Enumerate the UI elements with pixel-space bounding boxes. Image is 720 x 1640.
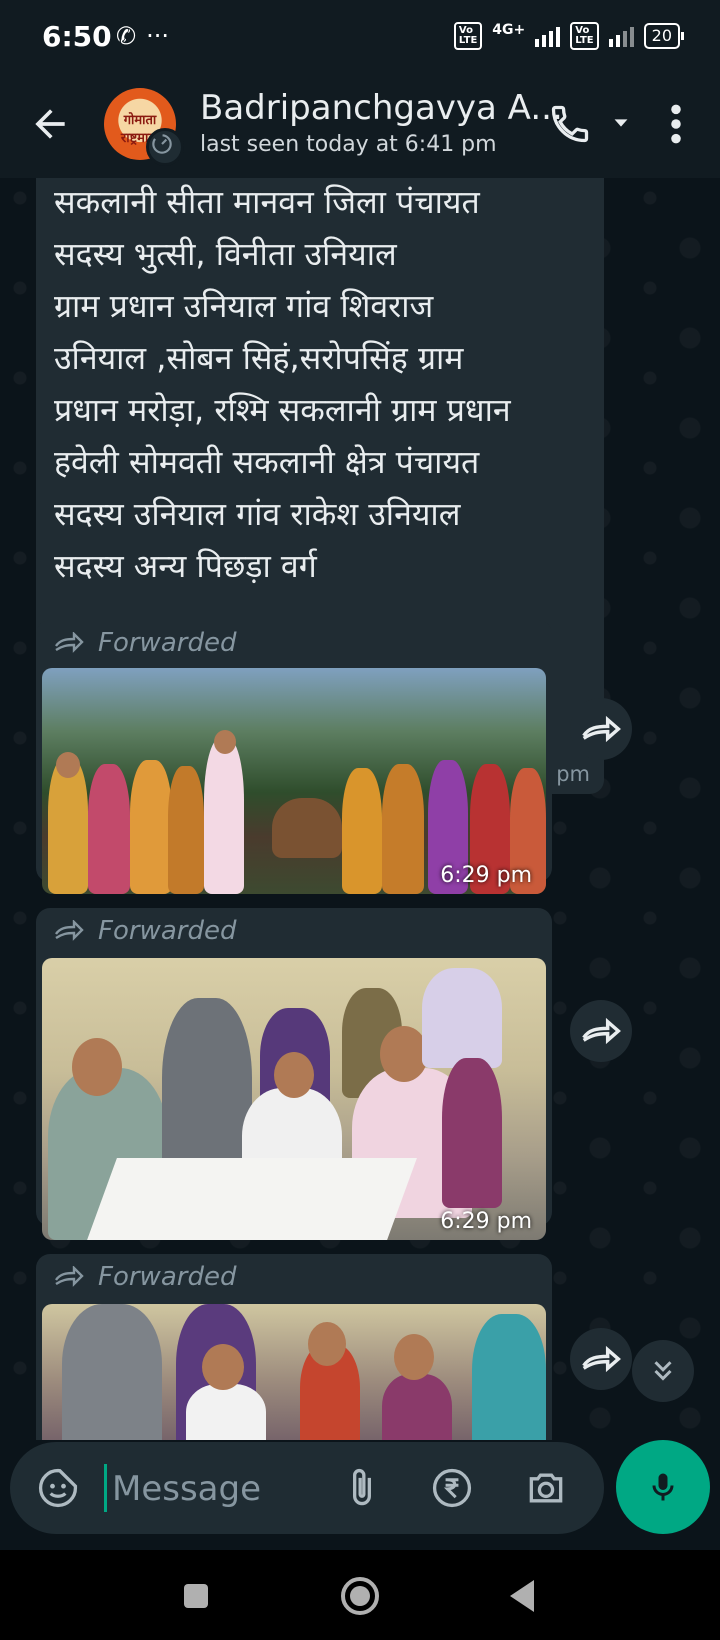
double-chevron-down-icon: [654, 1361, 672, 1381]
chat-title[interactable]: Badripanchgavya A...: [200, 88, 563, 128]
signal-icon-2: [608, 25, 634, 47]
forward-share-button[interactable]: [570, 1328, 632, 1390]
sticker-emoji-icon[interactable]: [36, 1466, 80, 1510]
forwarded-icon: [55, 632, 84, 653]
back-icon[interactable]: [500, 1572, 548, 1620]
microphone-icon: [652, 1473, 674, 1501]
message-composer: [10, 1442, 604, 1534]
share-arrow-icon: [582, 715, 621, 743]
network-type: 4G+: [492, 22, 526, 38]
message-input[interactable]: [110, 1458, 324, 1520]
text-cursor: [104, 1464, 107, 1512]
voice-record-button[interactable]: [616, 1440, 710, 1534]
photo-office-meeting[interactable]: 6:29 pm: [42, 958, 546, 1240]
photo-group-with-cow[interactable]: 6:29 pm: [42, 668, 546, 894]
share-arrow-icon: [582, 1345, 621, 1373]
status-bar: 6:50 ✆ ··· Vo LTE 4G+ Vo LTE 20: [0, 0, 720, 78]
message-time: 6:29 pm: [440, 1209, 532, 1234]
forwarded-text: Forwarded: [98, 1262, 237, 1292]
attach-icon[interactable]: [340, 1466, 384, 1510]
chevron-down-icon[interactable]: [610, 112, 632, 134]
scroll-to-bottom-button[interactable]: [632, 1340, 694, 1402]
home-icon[interactable]: [336, 1572, 384, 1620]
chat-header: गोमाता राष्ट्रमाता Badripanchgavya A... …: [0, 78, 720, 178]
forwarded-label: Forwarded: [54, 1260, 236, 1294]
battery-icon: 20: [643, 23, 685, 49]
message-text: सकलानी सीता मानवन जिला पंचायत सदस्य भुत्…: [54, 183, 511, 585]
forwarded-text: Forwarded: [98, 916, 237, 946]
share-arrow-icon: [582, 1017, 621, 1045]
image-message[interactable]: Forwarded 6:29 pm: [36, 908, 552, 1240]
more-notifications-icon: ···: [146, 22, 169, 50]
payment-rupee-icon[interactable]: [430, 1466, 474, 1510]
forwarded-icon: [55, 920, 84, 941]
forward-share-button[interactable]: [570, 698, 632, 760]
last-seen: last seen today at 6:41 pm: [200, 132, 497, 157]
image-message[interactable]: Forwarded: [36, 1254, 552, 1440]
forwarded-label: Forwarded: [54, 914, 236, 948]
forwarded-icon: [55, 1266, 84, 1287]
image-message[interactable]: Forwarded 6:29 pm: [36, 620, 552, 894]
message-time: 6:29 pm: [440, 863, 532, 888]
back-arrow-icon[interactable]: [28, 102, 72, 146]
recent-apps-icon[interactable]: [172, 1572, 220, 1620]
photo-office-group[interactable]: [42, 1304, 546, 1440]
call-icon[interactable]: [548, 102, 592, 146]
forwarded-label: Forwarded: [54, 626, 236, 660]
more-options-icon[interactable]: [664, 102, 688, 146]
forward-share-button[interactable]: [570, 1000, 632, 1062]
compose-bar: [0, 1440, 720, 1550]
volte-icon-2: Vo LTE: [570, 22, 599, 50]
camera-icon[interactable]: [524, 1466, 568, 1510]
system-nav-bar: [0, 1550, 720, 1640]
volte-icon: Vo LTE: [453, 22, 483, 50]
signal-icon: [535, 25, 561, 47]
system-status: Vo LTE 4G+ Vo LTE 20: [453, 22, 685, 50]
notification-icons: ✆ ···: [116, 22, 169, 50]
chat-messages[interactable]: सकलानी सीता मानवन जिला पंचायत सदस्य भुत्…: [0, 178, 720, 1440]
whatsapp-icon: ✆: [116, 22, 137, 50]
status-ring-icon: [146, 128, 184, 166]
forwarded-text: Forwarded: [98, 628, 237, 658]
status-time: 6:50: [42, 20, 112, 53]
